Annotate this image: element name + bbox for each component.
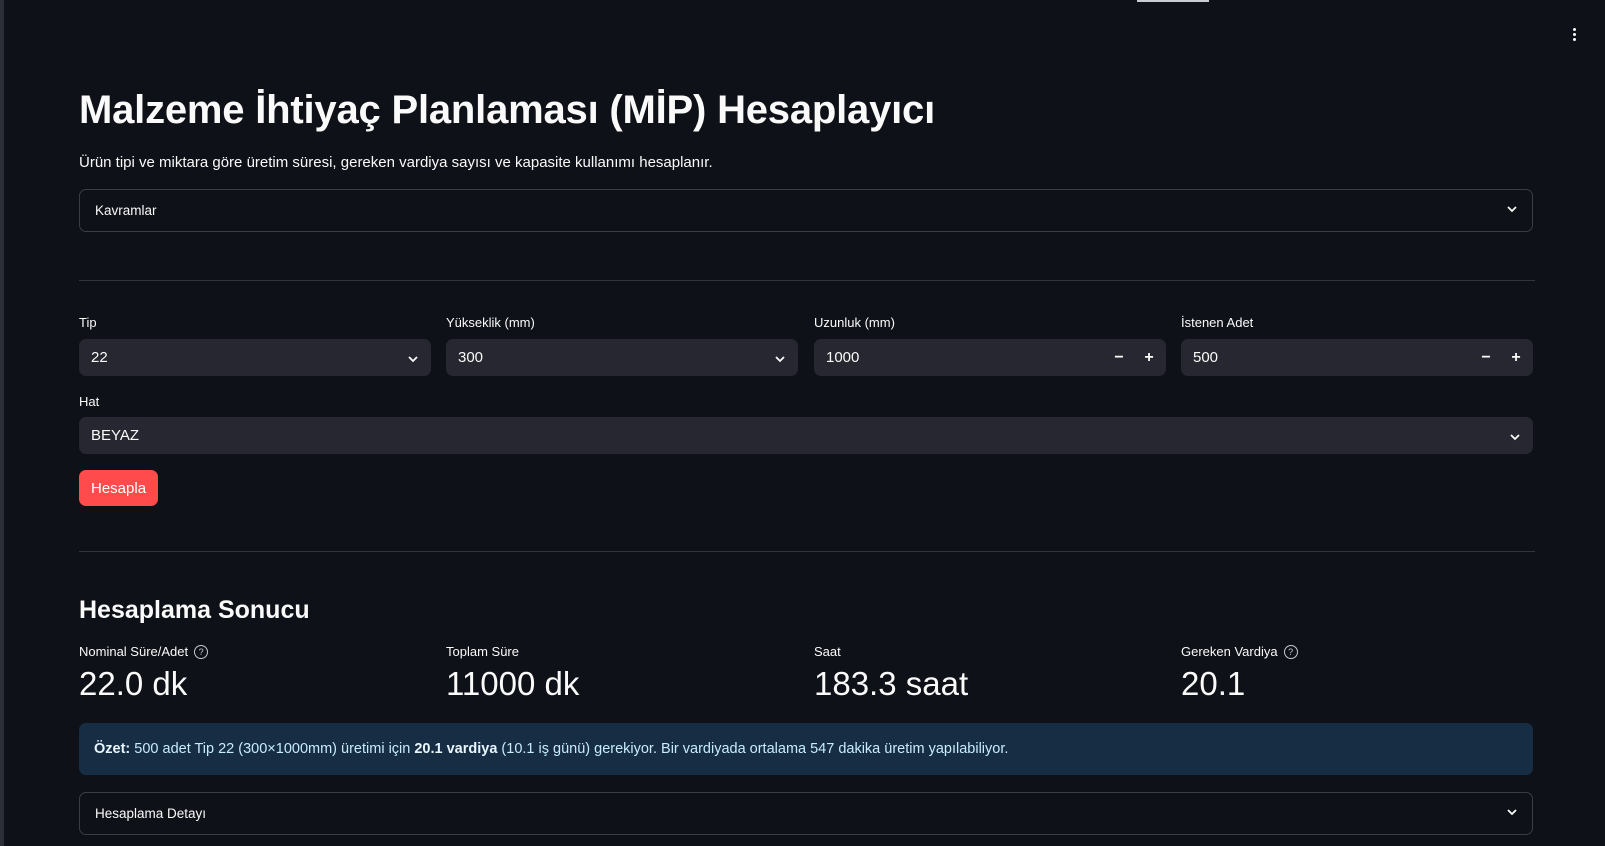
line-label: Hat (79, 394, 100, 409)
more-vertical-icon-dot (1572, 37, 1576, 41)
metric-label-row: Toplam Süre (446, 644, 796, 659)
metric-label-row: Saat (814, 644, 1164, 659)
type-label: Tip (79, 315, 97, 330)
metric-label: Saat (814, 644, 841, 659)
top-tab-indicator (1137, 0, 1209, 2)
metric-hours: Saat 183.3 saat (814, 644, 1164, 703)
page-title: Malzeme İhtiyaç Planlaması (MİP) Hesapla… (79, 88, 936, 132)
summary-part2: (10.1 iş günü) gerekiyor. Bir vardiyada … (497, 741, 1009, 757)
summary-shifts: 20.1 vardiya (414, 741, 498, 757)
quantity-decrement-button[interactable]: − (1471, 339, 1501, 376)
metric-total-time: Toplam Süre 11000 dk (446, 644, 796, 703)
type-value: 22 (91, 349, 108, 366)
help-icon[interactable]: ? (1283, 644, 1298, 659)
more-vertical-icon (1572, 27, 1576, 31)
height-label: Yükseklik (mm) (446, 315, 535, 330)
metric-label: Nominal Süre/Adet (79, 644, 189, 659)
quantity-increment-button[interactable]: + (1501, 339, 1531, 376)
chevron-down-icon (407, 352, 419, 364)
quantity-stepper: − + (1471, 339, 1531, 376)
height-select[interactable]: 300 (446, 339, 798, 376)
summary-info-box: Özet: 500 adet Tip 22 (300×1000mm) üreti… (79, 723, 1533, 775)
type-select[interactable]: 22 (79, 339, 431, 376)
summary-part1: 500 adet Tip 22 (300×1000mm) üretimi içi… (130, 741, 415, 757)
length-number-input[interactable]: 1000 − + (814, 339, 1166, 376)
length-decrement-button[interactable]: − (1104, 339, 1134, 376)
metric-label-row: Nominal Süre/Adet ? (79, 644, 429, 659)
calculate-button[interactable]: Hesapla (79, 470, 159, 506)
metric-value: 11000 dk (446, 665, 580, 702)
sidebar-edge (0, 0, 4, 846)
metric-value: 22.0 dk (79, 665, 188, 702)
height-value: 300 (458, 349, 484, 366)
length-stepper: − + (1104, 339, 1164, 376)
line-select[interactable]: BEYAZ (79, 417, 1533, 454)
chevron-down-icon (1507, 809, 1517, 818)
quantity-value[interactable]: 500 (1193, 349, 1471, 366)
result-heading: Hesaplama Sonucu (79, 596, 310, 624)
quantity-label: İstenen Adet (1181, 315, 1254, 330)
divider (79, 551, 1535, 552)
page-subtitle: Ürün tipi ve miktara göre üretim süresi,… (79, 154, 713, 171)
metric-required-shifts: Gereken Vardiya ? 20.1 (1181, 644, 1531, 703)
metric-label: Toplam Süre (446, 644, 519, 659)
length-increment-button[interactable]: + (1134, 339, 1164, 376)
chevron-down-icon (774, 352, 786, 364)
metric-label: Gereken Vardiya (1181, 644, 1278, 659)
metric-nominal-time: Nominal Süre/Adet ? 22.0 dk (79, 644, 429, 703)
calculation-detail-label: Hesaplama Detayı (95, 806, 207, 821)
main-menu-button[interactable] (1564, 24, 1584, 44)
divider (79, 280, 1535, 281)
metric-label-row: Gereken Vardiya ? (1181, 644, 1531, 659)
line-value: BEYAZ (91, 427, 140, 444)
metric-value: 183.3 saat (814, 665, 969, 702)
calculation-detail-expander[interactable]: Hesaplama Detayı (79, 792, 1533, 835)
summary-text: Özet: 500 adet Tip 22 (300×1000mm) üreti… (94, 741, 1008, 757)
summary-prefix: Özet: (94, 741, 131, 757)
concepts-expander-label: Kavramlar (95, 203, 157, 218)
concepts-expander[interactable]: Kavramlar (79, 189, 1533, 232)
more-vertical-icon-dot (1572, 32, 1576, 36)
chevron-down-icon (1509, 430, 1521, 442)
quantity-number-input[interactable]: 500 − + (1181, 339, 1533, 376)
help-icon[interactable]: ? (194, 644, 209, 659)
length-label: Uzunluk (mm) (814, 315, 895, 330)
length-value[interactable]: 1000 (826, 349, 1104, 366)
metric-value: 20.1 (1181, 665, 1246, 702)
chevron-down-icon (1507, 206, 1517, 215)
